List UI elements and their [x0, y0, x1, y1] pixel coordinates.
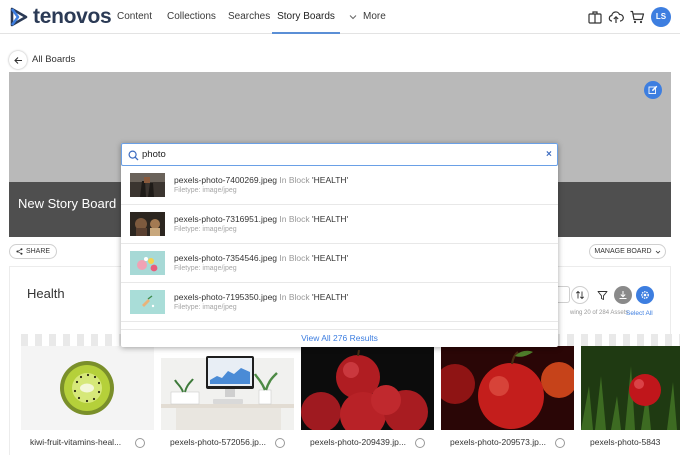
settings-button[interactable]: [636, 286, 654, 304]
page-size-select[interactable]: [556, 286, 570, 303]
asset-name: pexels-photo-209439.jp...: [310, 437, 406, 447]
avatar[interactable]: LS: [651, 7, 671, 27]
pencil-icon: [648, 85, 658, 94]
asset-card[interactable]: pexels-photo-572056.jp...: [161, 334, 294, 455]
cart-icon[interactable]: [629, 9, 645, 25]
asset-name: pexels-photo-5843: [590, 437, 661, 447]
sort-icon: [575, 290, 585, 300]
share-button[interactable]: SHARE: [9, 244, 57, 259]
asset-select-radio[interactable]: [135, 438, 145, 448]
edit-board-button[interactable]: [644, 81, 662, 99]
result-thumbnail: [130, 290, 165, 314]
manage-board-label: MANAGE BOARD: [594, 248, 652, 255]
back-button[interactable]: [9, 51, 27, 69]
result-in-block: In Block: [279, 292, 310, 302]
chevron-down-icon: [349, 15, 357, 20]
asset-card[interactable]: kiwi-fruit-vitamins-heal...: [21, 334, 154, 455]
result-thumbnail: [130, 173, 165, 197]
block-title: Health: [27, 286, 65, 301]
briefcase-icon[interactable]: [587, 9, 603, 25]
search-query: photo: [142, 149, 166, 160]
asset-name: pexels-photo-209573.jp...: [450, 437, 546, 447]
filter-button[interactable]: [593, 286, 611, 304]
asset-card[interactable]: pexels-photo-209573.jp...: [441, 334, 574, 455]
result-filename: pexels-photo-7400269.jpeg: [174, 175, 278, 185]
result-filetype: Filetype: image/jpeg: [174, 265, 237, 272]
download-button[interactable]: [614, 286, 632, 304]
result-filetype: Filetype: image/jpeg: [174, 226, 237, 233]
search-result-item[interactable]: [121, 322, 558, 329]
search-dropdown: photo × pexels-photo-7400269.jpeg In Blo…: [121, 143, 558, 347]
result-block-name: 'HEALTH': [312, 214, 349, 224]
view-all-results-link[interactable]: View All 276 Results: [121, 333, 558, 343]
result-block-name: 'HEALTH': [312, 253, 349, 263]
nav-searches[interactable]: Searches: [228, 0, 270, 34]
all-boards-link[interactable]: All Boards: [32, 54, 75, 65]
top-nav: tenovos Content Collections Searches Sto…: [0, 0, 680, 34]
result-block-name: 'HEALTH': [312, 292, 349, 302]
result-filetype: Filetype: image/jpeg: [174, 304, 237, 311]
gear-icon: [641, 291, 649, 299]
asset-thumbnail: [581, 346, 680, 430]
search-result-item[interactable]: pexels-photo-7354546.jpeg In Block 'HEAL…: [121, 244, 558, 283]
search-results: pexels-photo-7400269.jpeg In Block 'HEAL…: [121, 166, 558, 329]
logo-play-icon: [10, 7, 28, 27]
arrow-left-icon: [13, 56, 22, 64]
nav-collections[interactable]: Collections: [167, 0, 216, 34]
search-result-item[interactable]: pexels-photo-7400269.jpeg In Block 'HEAL…: [121, 166, 558, 205]
share-icon: [16, 248, 23, 255]
result-block-name: 'HEALTH': [312, 175, 349, 185]
result-in-block: In Block: [279, 214, 310, 224]
asset-thumbnail: [21, 346, 154, 430]
asset-card[interactable]: pexels-photo-5843: [581, 334, 680, 455]
nav-story-boards[interactable]: Story Boards: [272, 0, 340, 34]
asset-select-radio[interactable]: [275, 438, 285, 448]
sort-button[interactable]: [571, 286, 589, 304]
result-thumbnail: [130, 212, 165, 236]
clear-search-button[interactable]: ×: [546, 149, 552, 160]
filter-icon: [597, 290, 607, 300]
result-filetype: Filetype: image/jpeg: [174, 187, 237, 194]
search-icon: [128, 150, 139, 161]
result-filename: pexels-photo-7195350.jpeg: [174, 292, 278, 302]
result-thumbnail: [130, 251, 165, 275]
search-input[interactable]: photo ×: [121, 143, 558, 166]
search-result-item[interactable]: pexels-photo-7195350.jpeg In Block 'HEAL…: [121, 283, 558, 322]
asset-count: wing 20 of 284 Assets: [570, 310, 629, 316]
manage-board-button[interactable]: MANAGE BOARD: [589, 244, 666, 259]
asset-thumbnail: [441, 346, 574, 430]
nav-more[interactable]: More: [363, 0, 386, 34]
asset-card[interactable]: pexels-photo-209439.jp...: [301, 334, 434, 455]
asset-name: pexels-photo-572056.jp...: [170, 437, 266, 447]
result-filename: pexels-photo-7316951.jpeg: [174, 214, 278, 224]
asset-thumbnail: [161, 346, 294, 430]
download-icon: [619, 291, 627, 299]
result-filename: pexels-photo-7354546.jpeg: [174, 253, 278, 263]
brand-name: tenovos: [33, 5, 112, 28]
asset-select-radio[interactable]: [415, 438, 425, 448]
search-result-item[interactable]: pexels-photo-7316951.jpeg In Block 'HEAL…: [121, 205, 558, 244]
board-title: New Story Board: [18, 196, 117, 211]
select-all-link[interactable]: Select All: [626, 310, 653, 317]
result-in-block: In Block: [279, 175, 310, 185]
asset-name: kiwi-fruit-vitamins-heal...: [30, 437, 122, 447]
upload-cloud-icon[interactable]: [608, 9, 624, 25]
share-label: SHARE: [25, 248, 51, 255]
logo[interactable]: tenovos: [9, 5, 112, 28]
asset-select-radio[interactable]: [555, 438, 565, 448]
nav-content[interactable]: Content: [117, 0, 152, 34]
chevron-down-icon: [655, 250, 660, 254]
asset-thumbnail: [301, 346, 434, 430]
result-in-block: In Block: [279, 253, 310, 263]
